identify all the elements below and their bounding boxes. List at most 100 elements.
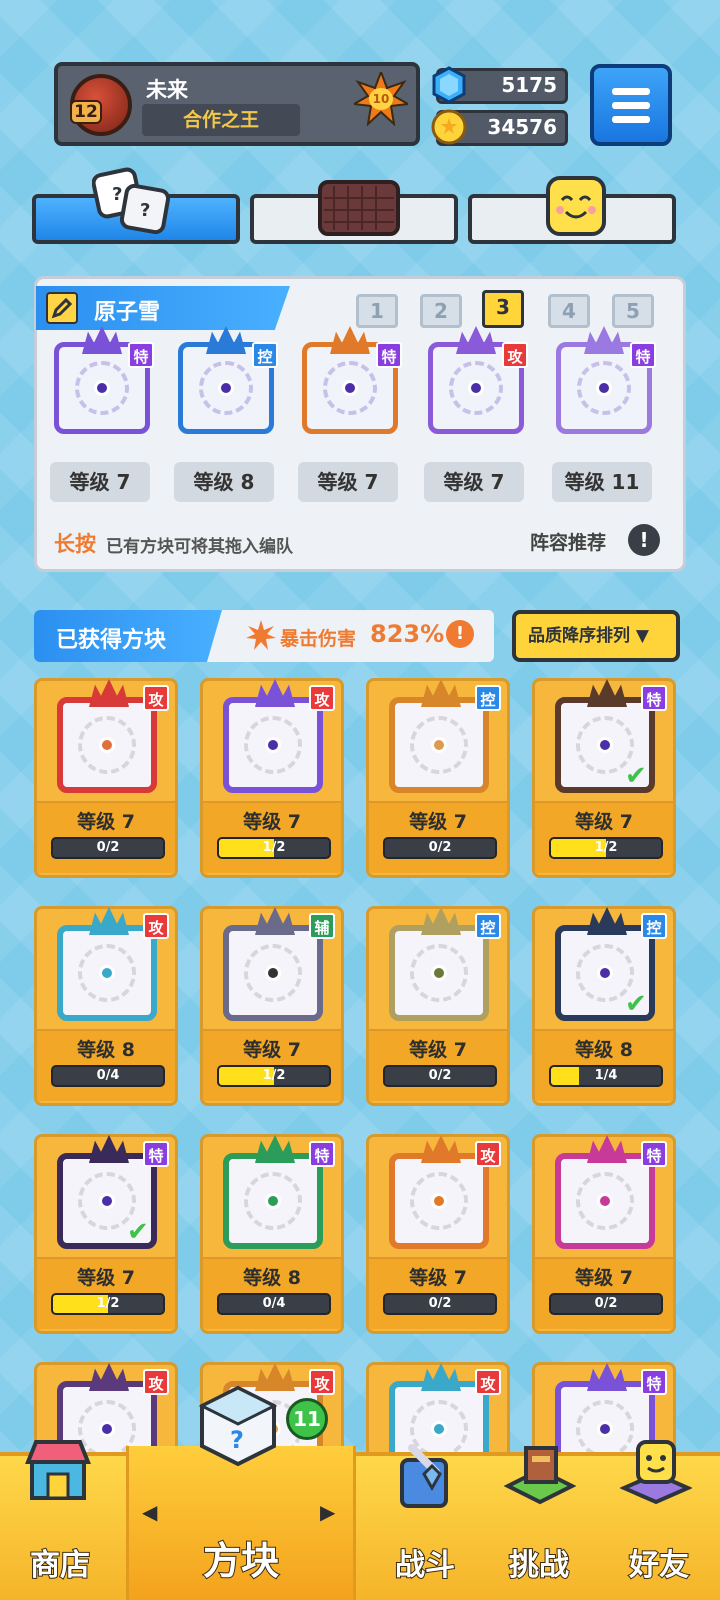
block-core-icon	[99, 737, 115, 753]
upgrade-progress-bar: 0/2	[383, 837, 497, 859]
block-card[interactable]: 攻 等级 7 0/2	[366, 1134, 510, 1334]
block-type-tag: 特	[630, 342, 656, 368]
block-type-tag: 攻	[309, 685, 335, 711]
dice-icon: ? ?	[91, 166, 171, 236]
block-level: 等级 7	[409, 811, 467, 833]
svg-text:?: ?	[230, 1426, 244, 1454]
block-level: 等级 7	[77, 811, 135, 833]
smiley-face-icon	[546, 176, 606, 236]
block-card[interactable]: 特 等级 7 0/2	[532, 1134, 676, 1334]
block-card[interactable]: 控 等级 7 0/2	[366, 906, 510, 1106]
nav-friends[interactable]: 好友	[614, 1540, 704, 1584]
block-card[interactable]: 特 ✔ 等级 7 1/2	[532, 678, 676, 878]
block-card[interactable]: 特 等级 8 0/4	[200, 1134, 344, 1334]
block-core-icon	[431, 965, 447, 981]
upgrade-progress-bar: 1/2	[217, 1065, 331, 1087]
grid-board-icon	[318, 180, 400, 236]
block-core-icon	[99, 1421, 115, 1437]
block-type-tag: 攻	[143, 685, 169, 711]
deck-page-3[interactable]: 3	[482, 290, 524, 328]
block-level: 等级 8	[575, 1039, 633, 1061]
hint-text: 已有方块可将其拖入编队	[106, 537, 293, 557]
block-core-icon	[265, 1193, 281, 1209]
deck-page-1[interactable]: 1	[356, 294, 398, 328]
friends-icon	[619, 1436, 693, 1508]
deck-page-4[interactable]: 4	[548, 294, 590, 328]
dragon-crest-icon	[421, 1363, 461, 1391]
block-art	[389, 1153, 489, 1249]
block-card[interactable]: 辅 等级 7 1/2	[200, 906, 344, 1106]
upgrade-progress-text: 1/2	[594, 840, 618, 855]
block-card[interactable]: 攻 等级 7 0/2	[34, 678, 178, 878]
block-core-icon	[218, 380, 234, 396]
nav-challenge[interactable]: 挑战	[494, 1540, 584, 1584]
crit-info-icon[interactable]: !	[446, 620, 474, 648]
gem-icon	[430, 66, 468, 104]
dragon-crest-icon	[587, 907, 627, 935]
nav-battle[interactable]: 战斗	[380, 1540, 470, 1584]
player-title: 合作之王	[142, 104, 300, 136]
block-type-tag: 控	[475, 685, 501, 711]
deck-page-5[interactable]: 5	[612, 294, 654, 328]
upgrade-progress-text: 0/4	[262, 1296, 286, 1311]
upgrade-progress-text: 0/2	[96, 840, 120, 855]
block-core-icon	[265, 737, 281, 753]
deck-name: 原子雪	[94, 300, 161, 325]
menu-icon	[612, 88, 650, 95]
pencil-edit-icon[interactable]	[46, 292, 78, 324]
dragon-crest-icon	[89, 679, 129, 707]
block-card[interactable]: 特 ✔ 等级 7 1/2	[34, 1134, 178, 1334]
block-card[interactable]: 攻 等级 8 0/4	[34, 906, 178, 1106]
deck-page-2[interactable]: 2	[420, 294, 462, 328]
upgrade-progress-bar: 1/2	[51, 1293, 165, 1315]
recommend-info-icon[interactable]: !	[628, 524, 660, 556]
dragon-crest-icon	[255, 907, 295, 935]
player-profile-card[interactable]: 12 未来 合作之王 10	[54, 62, 420, 146]
block-core-icon	[597, 1193, 613, 1209]
battle-icon	[388, 1440, 460, 1512]
dragon-crest-icon	[421, 907, 461, 935]
nav-prev-arrow[interactable]: ◀	[142, 1500, 157, 1524]
dragon-crest-icon	[89, 1135, 129, 1163]
player-name: 未来	[146, 78, 188, 102]
dragon-crest-icon	[587, 1135, 627, 1163]
block-level: 等级 8	[77, 1039, 135, 1061]
block-type-tag: 特	[128, 342, 154, 368]
nav-shop[interactable]: 商店	[20, 1540, 100, 1584]
block-type-tag: 特	[309, 1141, 335, 1167]
block-core-icon	[468, 380, 484, 396]
block-core-icon	[265, 965, 281, 981]
block-card[interactable]: 控 ✔ 等级 8 1/4	[532, 906, 676, 1106]
block-core-icon	[597, 1421, 613, 1437]
block-level: 等级 7	[575, 811, 633, 833]
block-type-tag: 控	[252, 342, 278, 368]
block-art	[223, 925, 323, 1021]
block-type-tag: 控	[641, 913, 667, 939]
upgrade-progress-text: 0/2	[428, 1296, 452, 1311]
block-level: 等级 7	[243, 811, 301, 833]
mystery-block-icon: ?	[196, 1384, 280, 1468]
deck-slot-level: 等级 11	[552, 462, 652, 502]
sort-dropdown[interactable]: 品质降序排列 ▼	[512, 610, 680, 662]
block-level: 等级 7	[575, 1267, 633, 1289]
main-menu-button[interactable]	[590, 64, 672, 146]
block-type-tag: 特	[641, 1369, 667, 1395]
block-card[interactable]: 攻 等级 7 1/2	[200, 678, 344, 878]
nav-next-arrow[interactable]: ▶	[320, 1500, 335, 1524]
block-type-tag: 控	[475, 913, 501, 939]
block-type-tag: 特	[641, 1141, 667, 1167]
coin-icon	[430, 108, 468, 146]
block-type-tag: 特	[641, 685, 667, 711]
block-card[interactable]: 控 等级 7 0/2	[366, 678, 510, 878]
block-core-icon	[99, 965, 115, 981]
equipped-check-icon: ✔	[625, 761, 647, 791]
svg-text:?: ?	[112, 184, 122, 205]
equipped-check-icon: ✔	[625, 989, 647, 1019]
nav-blocks[interactable]: 方块	[186, 1530, 296, 1585]
shop-icon	[22, 1432, 94, 1504]
block-type-tag: 攻	[143, 913, 169, 939]
dragon-crest-icon	[421, 1135, 461, 1163]
lineup-recommend-button[interactable]: 阵容推荐	[530, 528, 606, 555]
upgrade-progress-bar: 0/2	[383, 1293, 497, 1315]
block-type-tag: 特	[143, 1141, 169, 1167]
